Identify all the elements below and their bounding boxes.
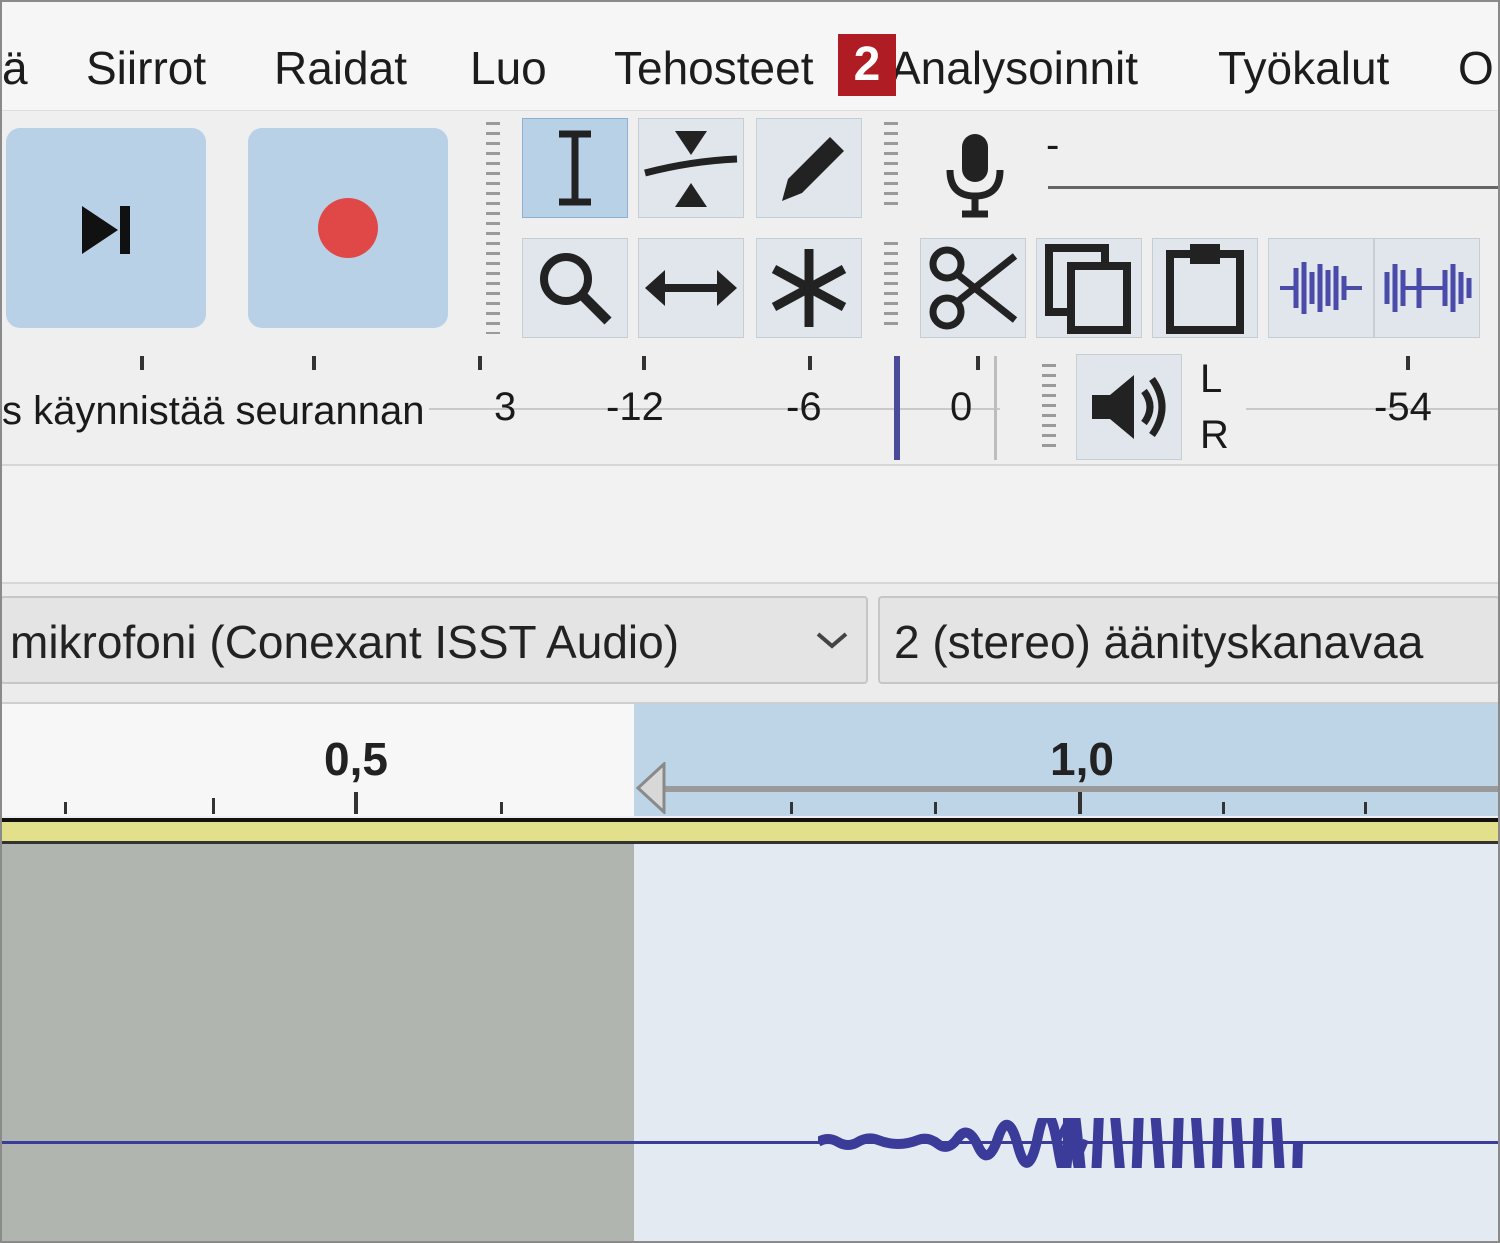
timeline-label: 1,0 xyxy=(1050,733,1114,785)
menu-item-tracks[interactable]: Raidat xyxy=(274,40,407,96)
ruler-tick xyxy=(1364,802,1367,814)
paste-icon xyxy=(1166,244,1244,334)
ruler-tick xyxy=(1078,792,1082,814)
timeshift-tool-button[interactable] xyxy=(638,238,744,338)
speaker-icon xyxy=(1092,375,1166,439)
ruler-tick xyxy=(1222,802,1225,814)
timeshift-tool-icon xyxy=(645,270,737,306)
ruler-tick xyxy=(500,802,503,814)
playback-volume-button[interactable] xyxy=(1076,354,1182,460)
record-level-slider[interactable] xyxy=(1048,186,1500,189)
step-badge: 2 xyxy=(838,34,896,96)
toolbar-spacer xyxy=(0,466,1500,584)
playback-right-label: R xyxy=(1200,413,1229,457)
toolbar-grip-2[interactable] xyxy=(884,122,898,212)
toolbar-grip-3[interactable] xyxy=(884,242,898,332)
trim-icon xyxy=(1280,262,1362,314)
meter-tick xyxy=(312,356,316,370)
envelope-tool-button[interactable] xyxy=(638,118,744,218)
record-button[interactable] xyxy=(248,128,448,328)
ruler-tick xyxy=(64,802,67,814)
waveform xyxy=(818,1118,1303,1168)
cut-icon xyxy=(929,246,1018,330)
meter-tick xyxy=(140,356,144,370)
copy-button[interactable] xyxy=(1036,238,1142,338)
meter-tick xyxy=(1406,356,1410,370)
meter-grip[interactable] xyxy=(1042,364,1056,454)
track-selected-area[interactable] xyxy=(634,844,1500,1243)
meter-divider xyxy=(994,356,997,460)
draw-tool-icon xyxy=(782,137,844,201)
channels-value: 2 (stereo) äänityskanavaa xyxy=(894,616,1424,668)
record-meter-marker xyxy=(894,356,900,460)
skip-to-end-button[interactable] xyxy=(6,128,206,328)
ruler-tick xyxy=(212,798,215,814)
selection-tool-button[interactable] xyxy=(522,118,628,218)
draw-tool-button[interactable] xyxy=(756,118,862,218)
menu-item-edit[interactable]: ä xyxy=(2,40,28,96)
paste-button[interactable] xyxy=(1152,238,1258,338)
menu-item-transport[interactable]: Siirrot xyxy=(86,40,206,96)
menu-item-more[interactable]: O xyxy=(1458,40,1494,96)
meter-tick xyxy=(808,356,812,370)
trim-button[interactable] xyxy=(1268,238,1374,338)
cut-button[interactable] xyxy=(920,238,1026,338)
ruler-tick xyxy=(354,792,358,814)
zoom-tool-button[interactable] xyxy=(522,238,628,338)
multi-tool-icon xyxy=(771,249,847,327)
zoom-tool-icon xyxy=(540,253,612,325)
selection-start-handle-icon[interactable] xyxy=(636,762,666,814)
menu-item-tools[interactable]: Työkalut xyxy=(1218,40,1389,96)
record-meter-tick-label: -12 xyxy=(606,385,664,429)
playback-left-label: L xyxy=(1200,357,1223,401)
channels-select[interactable]: 2 (stereo) äänityskanavaa xyxy=(878,596,1500,684)
meter-tick xyxy=(478,356,482,370)
meter-tick xyxy=(642,356,646,370)
menu-item-effect[interactable]: Tehosteet xyxy=(614,40,813,96)
envelope-tool-icon xyxy=(644,131,738,207)
track-clip-header[interactable] xyxy=(0,822,1500,844)
toolbar-grip[interactable] xyxy=(486,122,500,334)
record-meter-tick-label: 3 xyxy=(494,385,517,429)
selection-bar xyxy=(664,786,1500,792)
input-device-value: mikrofoni (Conexant ISST Audio) xyxy=(10,616,680,668)
record-meter-tick-label: 0 xyxy=(950,385,973,429)
skip-to-end-icon xyxy=(82,206,130,254)
silence-icon xyxy=(1384,264,1472,312)
menu-item-analyze[interactable]: Analysoinnit xyxy=(890,40,1138,96)
copy-icon xyxy=(1045,244,1131,334)
timeline-label: 0,5 xyxy=(324,733,388,785)
record-meter-hint[interactable]: s käynnistää seurannan xyxy=(2,386,429,436)
menu-item-generate[interactable]: Luo xyxy=(470,40,547,96)
record-icon xyxy=(318,198,378,258)
playback-meter-tick-label: -54 xyxy=(1374,385,1432,429)
record-meter-tick-label: -6 xyxy=(786,385,822,429)
silence-button[interactable] xyxy=(1374,238,1480,338)
record-level-dash: - xyxy=(1046,123,1060,167)
meter-tick xyxy=(976,356,980,370)
selection-tool-icon xyxy=(559,130,591,206)
multi-tool-button[interactable] xyxy=(756,238,862,338)
chevron-down-icon xyxy=(816,632,848,649)
menu-bar: ä Siirrot Raidat Luo Tehosteet Analysoin… xyxy=(0,0,1500,111)
ruler-tick xyxy=(934,802,937,814)
input-device-select[interactable]: mikrofoni (Conexant ISST Audio) xyxy=(0,596,868,684)
playback-meter-track xyxy=(1246,408,1500,410)
microphone-icon xyxy=(946,134,1004,218)
track-unselected-area[interactable] xyxy=(0,844,634,1243)
ruler-tick xyxy=(790,802,793,814)
